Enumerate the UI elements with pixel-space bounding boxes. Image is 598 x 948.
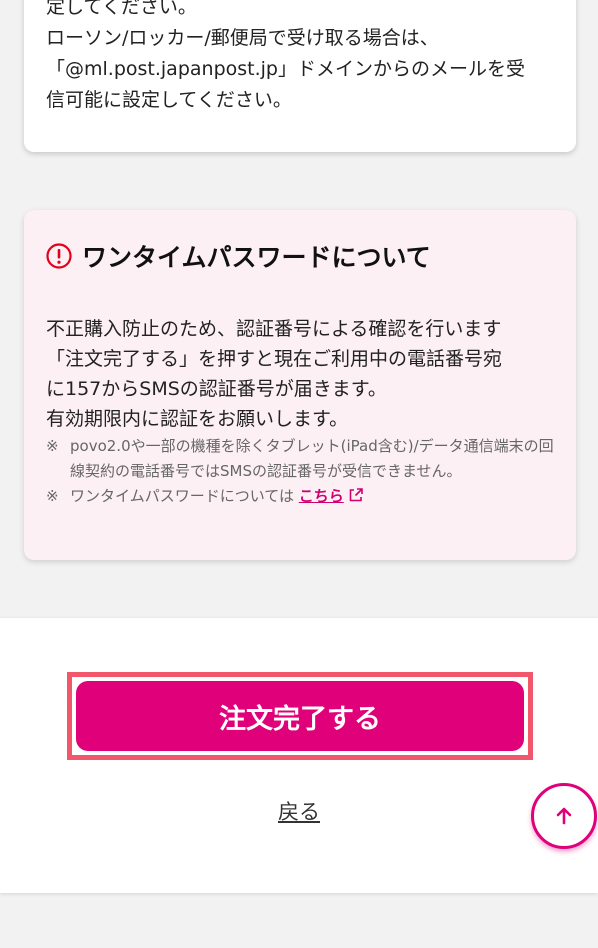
complete-order-button[interactable]: 注文完了する	[76, 681, 524, 751]
otp-info-link[interactable]: こちら	[299, 487, 364, 505]
note-otp-info: ※ ワンタイムパスワードについては こちら	[46, 484, 564, 509]
scroll-to-top-button[interactable]	[531, 783, 597, 849]
note-mark: ※	[46, 437, 59, 455]
note-otp-prefix: ワンタイムパスワードについては	[70, 487, 299, 505]
mail-notice-line: 「@ml.post.japanpost.jp」ドメインからのメールを受	[46, 58, 525, 80]
otp-notes: ※ povo2.0や一部の機種を除くタブレット(iPad含む)/データ通信端末の…	[46, 434, 564, 509]
otp-line: 不正購入防止のため、認証番号による確認を行います	[46, 318, 502, 340]
arrow-up-icon	[556, 807, 572, 825]
mail-notice-line: ローソン/ロッカー/郵便局で受け取る場合は、	[46, 27, 439, 49]
note-otp-info-text: ワンタイムパスワードについては こちら	[70, 484, 564, 509]
mail-notice-line: 定してください。	[46, 0, 197, 18]
mail-notice-text: 定してください。 ローソン/ロッカー/郵便局で受け取る場合は、 「@ml.pos…	[46, 0, 561, 116]
otp-title: ワンタイムパスワードについて	[82, 243, 431, 272]
otp-heading: ワンタイムパスワードについて	[46, 238, 431, 274]
mail-notice-card: 定してください。 ローソン/ロッカー/郵便局で受け取る場合は、 「@ml.pos…	[24, 0, 576, 152]
note-tablet: ※ povo2.0や一部の機種を除くタブレット(iPad含む)/データ通信端末の…	[46, 434, 564, 484]
otp-info-link-label: こちら	[298, 487, 344, 505]
otp-line: 有効期限内に認証をお願いします。	[46, 408, 349, 430]
mail-notice-line: 信可能に設定してください。	[46, 89, 292, 111]
external-link-icon	[349, 488, 363, 502]
otp-line: 「注文完了する」を押すと現在ご利用中の電話番号宛	[46, 348, 503, 370]
otp-line: に157からSMSの認証番号が届きます。	[46, 378, 387, 400]
back-link[interactable]: 戻る	[0, 796, 598, 826]
otp-description: 不正購入防止のため、認証番号による確認を行います 「注文完了する」を押すと現在ご…	[46, 314, 561, 434]
note-mark: ※	[46, 487, 59, 505]
note-tablet-text: povo2.0や一部の機種を除くタブレット(iPad含む)/データ通信端末の回線…	[70, 437, 554, 480]
exclamation-circle-icon	[46, 243, 72, 269]
one-time-password-card: ワンタイムパスワードについて 不正購入防止のため、認証番号による確認を行います …	[24, 210, 576, 560]
